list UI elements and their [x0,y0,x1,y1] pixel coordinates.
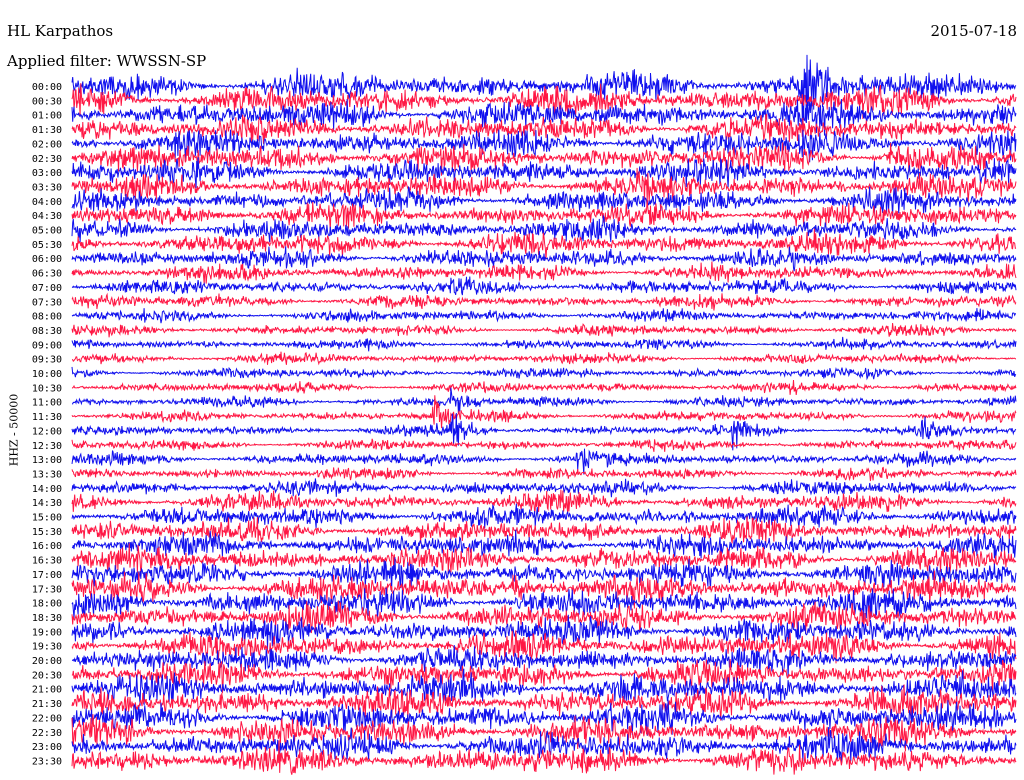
time-tick-label: 00:00 [32,82,62,93]
time-tick-label: 10:30 [32,383,62,394]
time-tick-labels: 00:00 00:30 01:00 01:30 02:00 02:30 03:00 03:30… [32,82,62,767]
time-tick-label: 21:00 [32,685,62,696]
time-tick-label: 14:00 [32,484,62,495]
time-tick-label: 05:30 [32,240,62,251]
time-tick-label: 05:00 [32,226,62,237]
time-tick-label: 13:30 [32,469,62,480]
trace-row [71,276,1017,296]
time-tick-label: 00:30 [32,96,62,107]
time-tick-label: 12:30 [32,441,62,452]
time-tick-label: 01:00 [32,111,62,122]
time-tick-label: 03:30 [32,182,62,193]
trace-row [71,336,1017,352]
trace-row [71,438,1017,452]
time-tick-label: 06:00 [32,254,62,265]
trace-row [71,478,1017,498]
time-tick-label: 15:30 [32,527,62,538]
trace-row [71,351,1017,366]
time-tick-label: 04:30 [32,211,62,222]
time-tick-label: 19:00 [32,627,62,638]
time-tick-label: 14:30 [32,498,62,509]
trace-row [72,387,1017,414]
time-tick-label: 16:00 [32,541,62,552]
time-tick-label: 04:00 [32,197,62,208]
time-tick-label: 09:30 [32,355,62,366]
time-tick-label: 17:30 [32,584,62,595]
trace-row [71,466,1017,482]
trace-row [71,448,1017,475]
time-tick-label: 23:00 [32,742,62,753]
time-tick-label: 19:30 [32,642,62,653]
time-tick-label: 06:30 [32,269,62,280]
trace-row [71,246,1017,272]
time-tick-label: 07:30 [32,297,62,308]
time-tick-label: 02:30 [32,154,62,165]
trace-row [71,292,1017,311]
time-tick-label: 13:00 [32,455,62,466]
helicorder-plot: 00:00 00:30 01:00 01:30 02:00 02:30 03:00 03:30… [32,54,1017,775]
time-tick-label: 22:30 [32,728,62,739]
time-tick-label: 18:00 [32,599,62,610]
time-tick-label: 23:30 [32,756,62,767]
time-tick-label: 08:00 [32,312,62,323]
time-tick-label: 02:00 [32,139,62,150]
time-tick-label: 15:00 [32,513,62,524]
time-tick-label: 20:30 [32,670,62,681]
trace-row [71,503,1017,529]
seismic-traces [71,54,1017,775]
trace-row [71,379,1017,395]
trace-row [71,322,1017,338]
time-tick-label: 12:00 [32,426,62,437]
time-tick-label: 11:30 [32,412,62,423]
time-tick-label: 07:00 [32,283,62,294]
time-tick-label: 21:30 [32,699,62,710]
time-tick-label: 09:00 [32,340,62,351]
time-tick-label: 18:30 [32,613,62,624]
time-tick-label: 03:00 [32,168,62,179]
time-tick-label: 08:30 [32,326,62,337]
time-tick-label: 01:30 [32,125,62,136]
time-tick-label: 11:00 [32,398,62,409]
trace-row [71,308,1016,324]
time-tick-label: 10:00 [32,369,62,380]
time-tick-label: 20:00 [32,656,62,667]
trace-row [71,261,1017,284]
trace-row [71,489,1017,514]
time-tick-label: 17:00 [32,570,62,581]
time-tick-label: 16:30 [32,556,62,567]
trace-row [71,366,1017,381]
time-tick-label: 22:00 [32,713,62,724]
